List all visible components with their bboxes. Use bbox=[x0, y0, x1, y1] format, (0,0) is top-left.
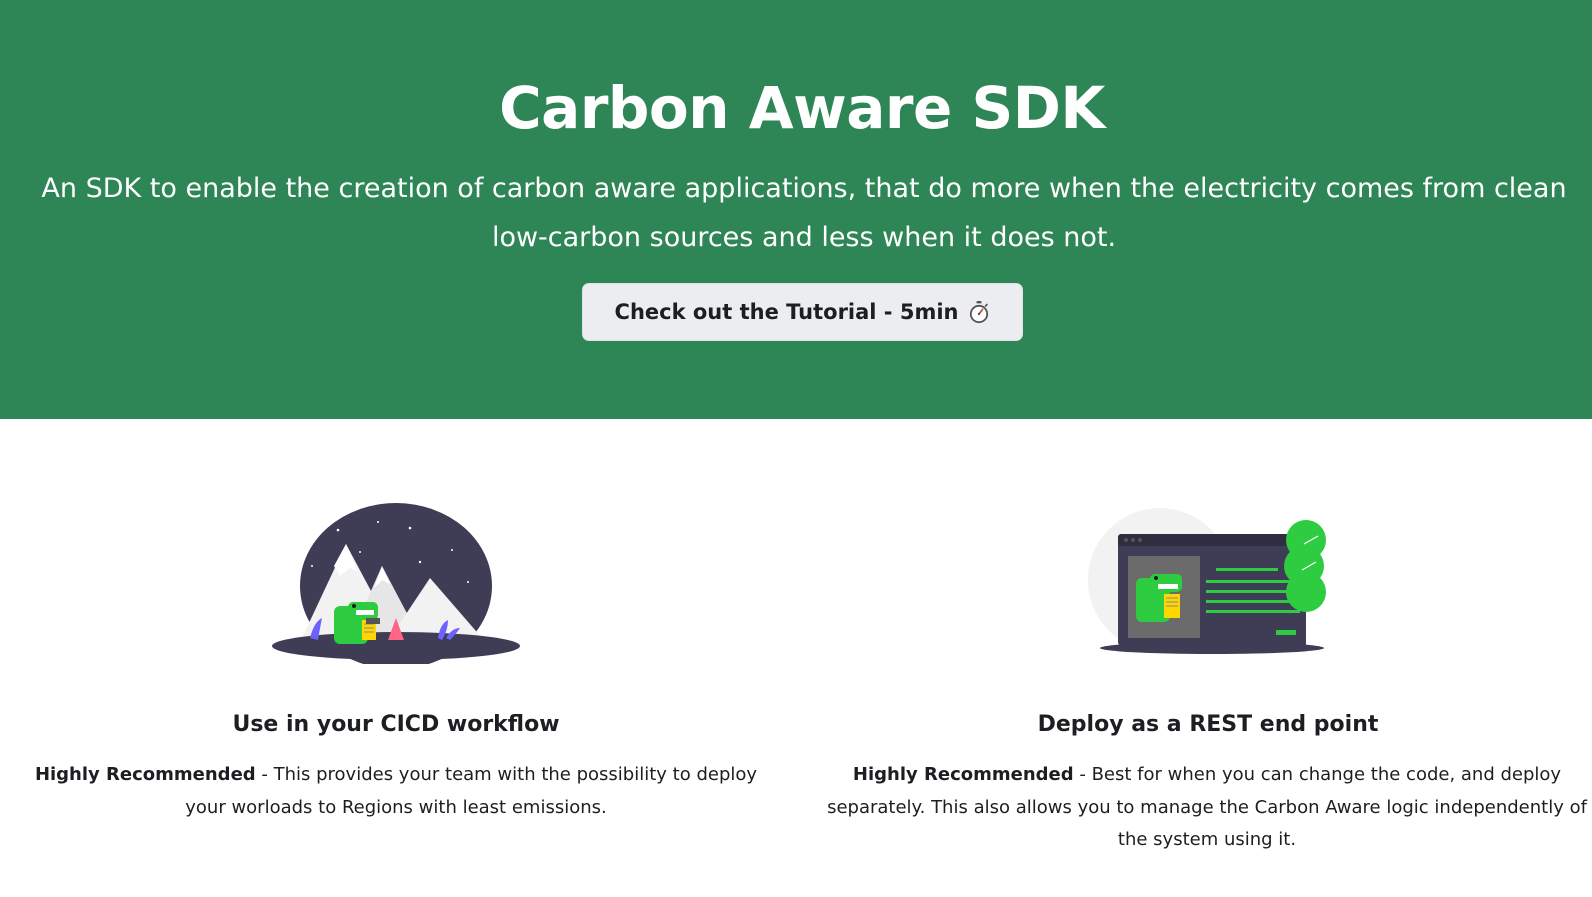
feature-description-text: - This provides your team with the possi… bbox=[185, 764, 758, 818]
feature-emphasis: Highly Recommended bbox=[852, 764, 1074, 785]
feature-cicd: Use in your CICD workflow Highly Recomme… bbox=[20, 500, 772, 824]
stopwatch-icon bbox=[970, 301, 989, 324]
feature-emphasis: Highly Recommended bbox=[34, 764, 256, 785]
feature-rest-endpoint: Deploy as a REST end point Highly Recomm… bbox=[827, 500, 1587, 857]
dino-mountain-camp-illustration bbox=[20, 500, 772, 664]
hero-banner: Carbon Aware SDK An SDK to enable the cr… bbox=[0, 0, 1592, 419]
feature-description: Highly Recommended - Best for when you c… bbox=[812, 759, 1592, 857]
hero-title: Carbon Aware SDK bbox=[499, 74, 1105, 142]
feature-title: Use in your CICD workflow bbox=[232, 712, 560, 737]
feature-description: Highly Recommended - This provides your … bbox=[20, 759, 772, 824]
tutorial-button[interactable]: Check out the Tutorial - 5min bbox=[582, 283, 1023, 341]
tutorial-button-label: Check out the Tutorial - 5min bbox=[614, 300, 959, 324]
hero-subtitle: An SDK to enable the creation of carbon … bbox=[41, 173, 1567, 253]
feature-title: Deploy as a REST end point bbox=[1037, 712, 1379, 737]
dino-browser-window-illustration bbox=[832, 500, 1584, 664]
page: Carbon Aware SDK An SDK to enable the cr… bbox=[0, 0, 1592, 897]
